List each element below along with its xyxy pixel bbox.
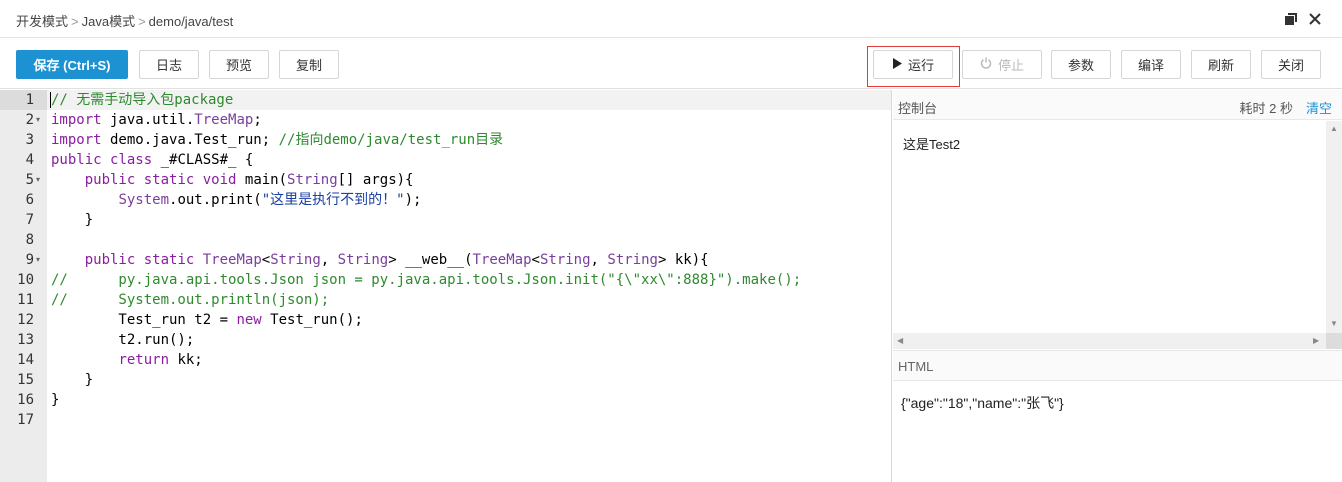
code-line: Test_run t2 = new Test_run(); — [51, 312, 363, 328]
line-number: 7 — [25, 212, 34, 228]
line-number: 15 — [17, 372, 34, 388]
html-panel-content: {"age":"18","name":"张飞"} — [901, 395, 1064, 411]
code-line: return kk; — [118, 352, 203, 368]
line-number: 16 — [17, 392, 34, 408]
play-icon — [892, 57, 902, 72]
line-number: 10 — [17, 272, 34, 288]
breadcrumb-item-java-mode[interactable]: Java模式 — [82, 14, 135, 29]
scroll-down-icon[interactable]: ▼ — [1330, 319, 1338, 328]
fold-toggle-icon[interactable]: ▾ — [36, 110, 44, 130]
line-number: 17 — [17, 412, 34, 428]
scroll-right-icon[interactable]: ▶ — [1313, 336, 1319, 345]
code-line: // 无需手动导入包package — [51, 92, 234, 108]
code-line: public static TreeMap<String, String> __… — [84, 252, 709, 268]
refresh-button[interactable]: 刷新 — [1191, 50, 1251, 79]
code-line: public class _#CLASS#_ { — [51, 152, 254, 168]
fold-toggle-icon[interactable]: ▾ — [36, 250, 44, 270]
code-line: // py.java.api.tools.Json json = py.java… — [51, 272, 802, 288]
scroll-left-icon[interactable]: ◀ — [897, 336, 903, 345]
html-panel-body: {"age":"18","name":"张飞"} — [893, 381, 1342, 482]
line-number: 13 — [17, 332, 34, 348]
line-number: 1 — [25, 92, 34, 108]
preview-button[interactable]: 预览 — [209, 50, 269, 79]
toolbar: 保存 (Ctrl+S) 日志 预览 复制 运行 停止 参数 编译 刷新 关闭 — [0, 39, 1342, 89]
line-number: 8 — [25, 232, 34, 248]
title-bar: 开发模式 > Java模式 > demo/java/test — [0, 0, 1342, 38]
log-button[interactable]: 日志 — [139, 50, 199, 79]
line-number: 12 — [17, 312, 34, 328]
line-number: 4 — [25, 152, 34, 168]
line-number: 5 — [25, 172, 34, 188]
params-button[interactable]: 参数 — [1051, 50, 1111, 79]
code-line: t2.run(); — [51, 332, 195, 348]
html-panel-title: HTML — [898, 359, 934, 374]
save-button[interactable]: 保存 (Ctrl+S) — [16, 50, 128, 79]
breadcrumb-item-path: demo/java/test — [148, 14, 234, 29]
line-number: 14 — [17, 352, 34, 368]
close-button[interactable]: 关闭 — [1261, 50, 1321, 79]
scrollbar-corner — [1326, 333, 1342, 349]
breadcrumb-separator: > — [138, 14, 146, 29]
text-cursor — [50, 92, 51, 108]
code-line: public static void main(String[] args){ — [84, 172, 414, 188]
line-number: 3 — [25, 132, 34, 148]
line-number: 9 — [25, 252, 34, 268]
code-line: import java.util.TreeMap; — [51, 112, 262, 128]
code-line: } — [51, 212, 94, 228]
code-editor[interactable]: // 无需手动导入包package import java.util.TreeMa… — [47, 90, 892, 482]
console-output: 这是Test2 — [893, 121, 1326, 333]
line-number: 2 — [25, 112, 34, 128]
html-panel-header: HTML — [893, 350, 1342, 381]
console-horizontal-scrollbar[interactable]: ◀ ▶ — [893, 333, 1326, 349]
fold-toggle-icon[interactable]: ▾ — [36, 170, 44, 190]
code-line: } — [51, 372, 94, 388]
power-icon — [980, 57, 992, 72]
console-output-text: 这是Test2 — [903, 137, 961, 152]
compile-button[interactable]: 编译 — [1121, 50, 1181, 79]
run-label: 运行 — [907, 58, 934, 73]
line-number-gutter: 1 2 ▾ 3 4 5 ▾ 6 7 8 9 ▾ 10 11 12 13 14 15 16 17 — [0, 90, 47, 482]
restore-window-icon[interactable] — [1282, 10, 1300, 28]
line-number: 11 — [17, 292, 34, 308]
copy-button[interactable]: 复制 — [279, 50, 339, 79]
code-line: System.out.print("这里是执行不到的！"); — [118, 192, 422, 208]
line-number: 6 — [25, 192, 34, 208]
breadcrumb: 开发模式 > Java模式 > demo/java/test — [16, 11, 233, 30]
console-vertical-scrollbar[interactable]: ▲ ▼ — [1326, 121, 1342, 333]
console-header: 控制台 耗时 2 秒 清空 — [893, 90, 1342, 120]
stop-label: 停止 — [997, 58, 1024, 73]
code-line: } — [51, 392, 60, 408]
console-title: 控制台 — [898, 101, 938, 116]
breadcrumb-separator: > — [71, 14, 79, 29]
scroll-up-icon[interactable]: ▲ — [1330, 124, 1338, 133]
stop-button[interactable]: 停止 — [962, 50, 1042, 79]
run-button[interactable]: 运行 — [873, 50, 953, 79]
code-line: import demo.java.Test_run; //指向demo/java… — [51, 132, 504, 148]
scrollbar-thumb[interactable] — [1329, 135, 1339, 317]
console-clear-link[interactable]: 清空 — [1306, 98, 1332, 117]
console-elapsed-time: 耗时 2 秒 — [1239, 101, 1293, 116]
breadcrumb-item-dev-mode[interactable]: 开发模式 — [16, 14, 68, 29]
close-icon[interactable] — [1306, 10, 1324, 28]
code-line: // System.out.println(json); — [51, 292, 330, 308]
